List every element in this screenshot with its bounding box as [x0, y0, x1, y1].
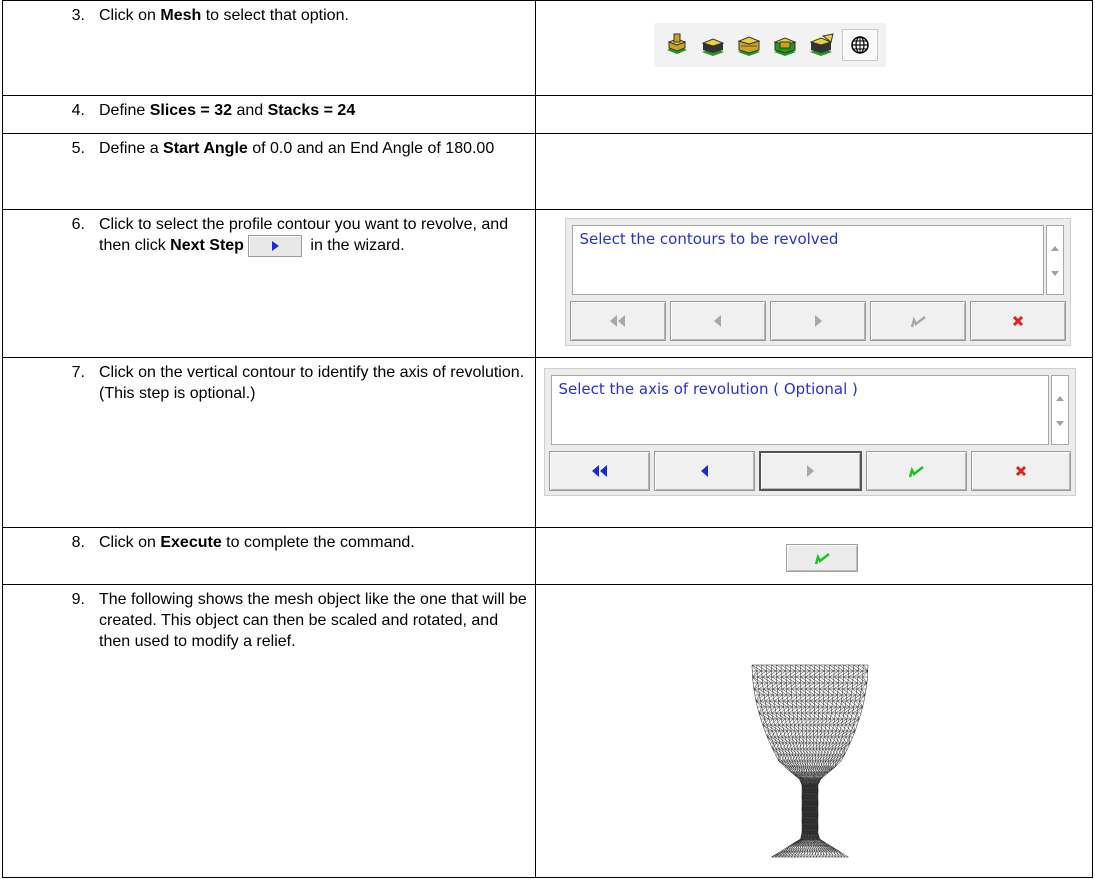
wizard-buttons — [570, 301, 1067, 341]
text-run: Click on — [99, 7, 161, 24]
prompt-scrollbar[interactable] — [1046, 225, 1065, 295]
table-row: 4. Define Slices = 32 and Stacks = 24 — [1, 95, 1093, 134]
cancel-button[interactable] — [970, 301, 1067, 341]
next-step-button[interactable] — [759, 451, 862, 491]
step-text: The following shows the mesh object like… — [93, 589, 531, 652]
first-step-button[interactable] — [570, 301, 667, 341]
step-text: Click on Execute to complete the command… — [93, 532, 531, 553]
double-left-icon — [591, 465, 607, 477]
image-cell — [535, 0, 1093, 96]
next-step-button-sample — [247, 235, 302, 257]
cancel-button[interactable] — [970, 451, 1072, 491]
check-icon — [815, 553, 831, 565]
step-cell: 4. Define Slices = 32 and Stacks = 24 — [1, 95, 537, 134]
surface-toolbar — [654, 23, 887, 67]
bold-run: Mesh — [160, 7, 202, 24]
text-run: and — [232, 102, 268, 119]
step-cell: 6. Click to select the profile contour y… — [1, 209, 537, 358]
bold-run: Slices = 32 — [149, 102, 232, 119]
image-cell — [535, 584, 1093, 878]
right-icon — [815, 315, 823, 327]
step-number: 4. — [71, 102, 85, 119]
text-run: to complete the command. — [221, 534, 415, 551]
text-run: in the wizard. — [305, 237, 405, 255]
double-left-icon — [610, 315, 626, 327]
image-cell — [535, 527, 1093, 585]
mesh-wireframe — [752, 664, 869, 858]
wizard-panel: Select the axis of revolution ( Optional… — [544, 368, 1077, 496]
step-number: 7. — [71, 364, 85, 381]
wizard-prompt: Select the axis of revolution ( Optional… — [551, 375, 1050, 445]
table-row: 3. Click on Mesh to select that option. — [1, 0, 1093, 96]
next-step-button[interactable] — [770, 301, 867, 341]
extrude-icon[interactable] — [662, 31, 692, 59]
wizard-buttons — [549, 451, 1072, 491]
close-icon — [1016, 465, 1027, 477]
execute-button[interactable] — [870, 301, 967, 341]
sweep-icon[interactable] — [734, 31, 764, 59]
mesh-icon[interactable] — [842, 29, 879, 61]
text-run: to select that option. — [201, 7, 349, 24]
revolve-icon[interactable] — [770, 31, 800, 59]
table-row: 6. Click to select the profile contour y… — [1, 209, 1093, 358]
step-text: Define Slices = 32 and Stacks = 24 — [93, 100, 531, 121]
text-run: of 0.0 and an End Angle of 180.00 — [247, 140, 495, 157]
step-text: Define a Start Angle of 0.0 and an End A… — [93, 138, 531, 159]
execute-button[interactable] — [865, 451, 967, 491]
step-text: Click on Mesh to select that option. — [93, 5, 531, 26]
table-row: 8. Click on Execute to complete the comm… — [1, 527, 1093, 585]
step-text: Click to select the profile contour you … — [93, 214, 531, 257]
check-icon — [911, 316, 927, 328]
step-number: 6. — [71, 216, 85, 233]
wizard-prompt: Select the contours to be revolved — [572, 225, 1045, 295]
step-cell: 3. Click on Mesh to select that option. — [1, 0, 537, 96]
instructions-table: 3. Click on Mesh to select that option. — [1, 0, 1093, 878]
table-row: 7. Click on the vertical contour to iden… — [1, 357, 1093, 528]
step-number: 3. — [71, 7, 85, 24]
image-cell: Select the contours to be revolved — [535, 209, 1093, 358]
text-run: Click on the vertical contour to identif… — [99, 364, 525, 402]
empty-cell — [535, 95, 1093, 134]
right-icon — [807, 465, 815, 477]
empty-cell — [535, 133, 1093, 210]
bold-run: Next Step — [170, 237, 244, 255]
close-icon — [1013, 315, 1024, 327]
first-step-button[interactable] — [549, 451, 651, 491]
prompt-scrollbar[interactable] — [1051, 375, 1070, 445]
step-cell: 5. Define a Start Angle of 0.0 and an En… — [1, 133, 537, 210]
execute-button-sample — [786, 544, 859, 572]
text-run: Click on — [99, 534, 161, 551]
step-number: 8. — [71, 534, 85, 551]
text-run: Click to select the profile contour you … — [99, 216, 509, 255]
spin-icon[interactable] — [698, 31, 728, 59]
table-row: 5. Define a Start Angle of 0.0 and an En… — [1, 133, 1093, 210]
mesh-goblet-image — [752, 664, 869, 858]
text-run: The following shows the mesh object like… — [99, 591, 527, 650]
left-icon — [714, 315, 722, 327]
step-text: Click on the vertical contour to identif… — [93, 362, 531, 404]
bold-run: Stacks = 24 — [267, 102, 356, 119]
step-number: 5. — [71, 140, 85, 157]
step-cell: 7. Click on the vertical contour to iden… — [1, 357, 537, 528]
prev-step-button[interactable] — [670, 301, 767, 341]
wizard-panel: Select the contours to be revolved — [565, 218, 1072, 346]
offset-icon[interactable] — [806, 31, 836, 59]
image-cell: Select the axis of revolution ( Optional… — [535, 357, 1093, 528]
left-icon — [700, 465, 708, 477]
text-run: Define — [99, 102, 150, 119]
text-run: Define a — [99, 140, 164, 157]
step-number: 9. — [71, 591, 85, 608]
step-cell: 9. The following shows the mesh object l… — [1, 584, 537, 878]
check-icon — [909, 466, 925, 478]
bold-run: Start Angle — [163, 140, 248, 157]
table-row: 9. The following shows the mesh object l… — [1, 584, 1093, 878]
bold-run: Execute — [160, 534, 222, 551]
prev-step-button[interactable] — [654, 451, 756, 491]
step-cell: 8. Click on Execute to complete the comm… — [1, 527, 537, 585]
